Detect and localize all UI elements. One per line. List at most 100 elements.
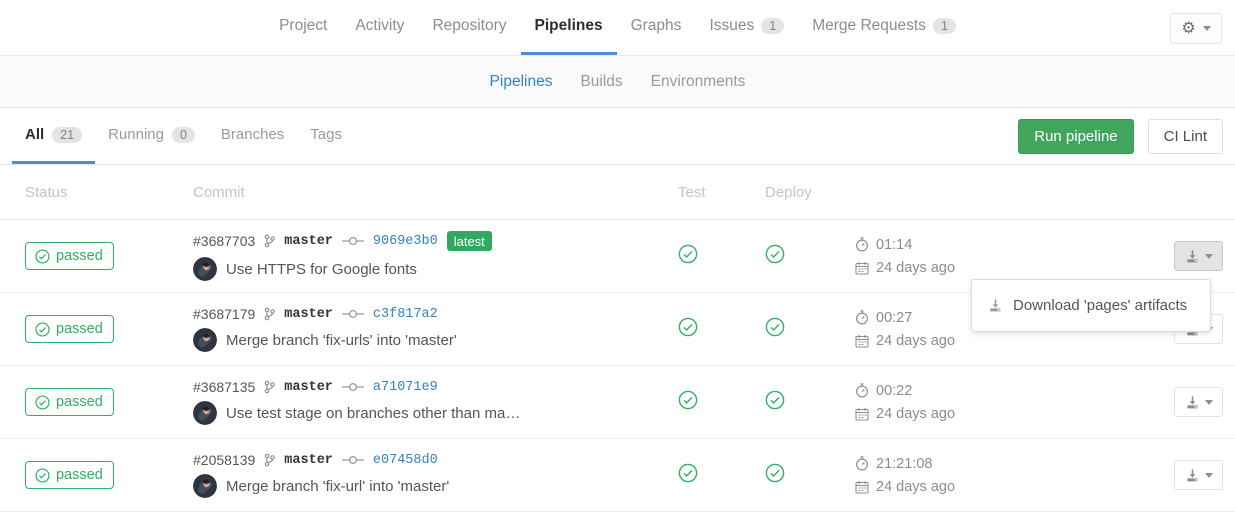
status-badge[interactable]: passed	[25, 315, 114, 343]
commit-message-link[interactable]: Merge branch 'fix-url' into 'master'	[226, 478, 449, 495]
nav-item-label: Activity	[355, 17, 404, 35]
subnav-item-label: Pipelines	[490, 73, 553, 90]
nav-item-label: Repository	[432, 17, 506, 35]
branch-link[interactable]: master	[284, 307, 333, 322]
test-stage-status[interactable]	[678, 317, 698, 342]
download-artifacts-button[interactable]	[1174, 460, 1223, 490]
tab-all[interactable]: All 21	[12, 108, 95, 164]
header-test: Test	[678, 184, 765, 201]
tab-label: Branches	[221, 126, 284, 143]
branch-icon	[264, 453, 275, 467]
calendar-icon	[855, 261, 869, 275]
branch-icon	[264, 234, 275, 248]
subnav-item-label: Environments	[651, 73, 746, 90]
tab-branches[interactable]: Branches	[208, 108, 297, 164]
nav-item-activity[interactable]: Activity	[341, 0, 418, 55]
commit-sha-link[interactable]: 9069e3b0	[373, 234, 438, 249]
status-badge[interactable]: passed	[25, 461, 114, 489]
actions-cell	[1015, 460, 1223, 490]
running-count-badge: 0	[172, 127, 195, 143]
commit-icon	[342, 382, 364, 392]
commit-message-link[interactable]: Use HTTPS for Google fonts	[226, 261, 417, 278]
download-icon	[1185, 395, 1200, 410]
stopwatch-icon	[855, 383, 869, 398]
deploy-stage-cell	[765, 244, 855, 269]
issues-count-badge: 1	[761, 18, 784, 34]
nav-item-label: Merge Requests	[812, 17, 926, 35]
time-cell: 21:21:08 24 days ago	[855, 456, 1015, 495]
all-count-badge: 21	[52, 127, 82, 143]
status-label: passed	[56, 467, 103, 483]
tab-tags[interactable]: Tags	[297, 108, 355, 164]
commit-sha-link[interactable]: a71071e9	[373, 380, 438, 395]
subnav-item-pipelines[interactable]: Pipelines	[476, 73, 567, 91]
tab-running[interactable]: Running 0	[95, 108, 208, 164]
commit-cell: #3687703 master 9069e3b0 latest Use HTTP…	[193, 231, 678, 281]
status-badge[interactable]: passed	[25, 388, 114, 416]
check-circle-icon	[678, 463, 698, 483]
nav-item-label: Graphs	[631, 17, 682, 35]
tab-label: All	[25, 126, 44, 143]
deploy-stage-status[interactable]	[765, 390, 785, 415]
branch-link[interactable]: master	[284, 234, 333, 249]
nav-item-pipelines[interactable]: Pipelines	[521, 0, 617, 55]
pipeline-duration: 01:14	[876, 237, 912, 253]
check-circle-icon	[678, 390, 698, 410]
artifacts-dropdown-menu: Download 'pages' artifacts	[971, 279, 1211, 332]
test-stage-status[interactable]	[678, 463, 698, 488]
tab-label: Tags	[310, 126, 342, 143]
nav-item-issues[interactable]: Issues 1	[695, 0, 798, 55]
pipeline-id-link[interactable]: #3687135	[193, 379, 255, 395]
status-badge[interactable]: passed	[25, 242, 114, 270]
project-settings-button[interactable]: ⚙	[1170, 13, 1222, 44]
download-artifacts-button[interactable]	[1174, 241, 1223, 271]
pipeline-id-link[interactable]: #2058139	[193, 452, 255, 468]
merge-requests-count-badge: 1	[933, 18, 956, 34]
project-nav: Project Activity Repository Pipelines Gr…	[0, 0, 1235, 56]
commit-message-link[interactable]: Merge branch 'fix-urls' into 'master'	[226, 332, 457, 349]
stopwatch-icon	[855, 237, 869, 252]
status-label: passed	[56, 394, 103, 410]
check-circle-icon	[678, 317, 698, 337]
deploy-stage-status[interactable]	[765, 317, 785, 342]
commit-sha-link[interactable]: c3f817a2	[373, 307, 438, 322]
download-pages-artifacts-item[interactable]: Download 'pages' artifacts	[972, 288, 1210, 323]
pipeline-id-link[interactable]: #3687703	[193, 233, 255, 249]
subnav-item-builds[interactable]: Builds	[566, 73, 636, 91]
status-cell: passed	[12, 315, 193, 343]
subnav-item-environments[interactable]: Environments	[637, 73, 760, 91]
calendar-icon	[855, 480, 869, 494]
commit-icon	[342, 236, 364, 246]
commit-cell: #3687179 master c3f817a2 Merge branch 'f…	[193, 306, 678, 352]
branch-icon	[264, 380, 275, 394]
download-icon	[1185, 249, 1200, 264]
deploy-stage-status[interactable]	[765, 244, 785, 269]
ci-lint-button[interactable]: CI Lint	[1148, 119, 1223, 154]
check-circle-icon	[765, 463, 785, 483]
pipeline-id-link[interactable]: #3687179	[193, 306, 255, 322]
branch-link[interactable]: master	[284, 380, 333, 395]
nav-item-label: Pipelines	[535, 17, 603, 35]
download-artifacts-button[interactable]	[1174, 387, 1223, 417]
header-deploy: Deploy	[765, 184, 855, 201]
deploy-stage-status[interactable]	[765, 463, 785, 488]
deploy-stage-cell	[765, 463, 855, 488]
test-stage-status[interactable]	[678, 390, 698, 415]
test-stage-status[interactable]	[678, 244, 698, 269]
check-circle-icon	[765, 390, 785, 410]
nav-item-repository[interactable]: Repository	[418, 0, 520, 55]
status-cell: passed	[12, 388, 193, 416]
commit-sha-link[interactable]: e07458d0	[373, 453, 438, 468]
deploy-stage-cell	[765, 317, 855, 342]
commit-icon	[342, 309, 364, 319]
commit-message-link[interactable]: Use test stage on branches other than ma…	[226, 405, 520, 422]
chevron-down-icon	[1205, 400, 1213, 405]
nav-item-graphs[interactable]: Graphs	[617, 0, 696, 55]
latest-badge: latest	[447, 231, 492, 251]
chevron-down-icon	[1205, 254, 1213, 259]
branch-link[interactable]: master	[284, 453, 333, 468]
nav-item-project[interactable]: Project	[265, 0, 341, 55]
nav-item-merge-requests[interactable]: Merge Requests 1	[798, 0, 970, 55]
status-label: passed	[56, 248, 103, 264]
run-pipeline-button[interactable]: Run pipeline	[1018, 119, 1133, 154]
